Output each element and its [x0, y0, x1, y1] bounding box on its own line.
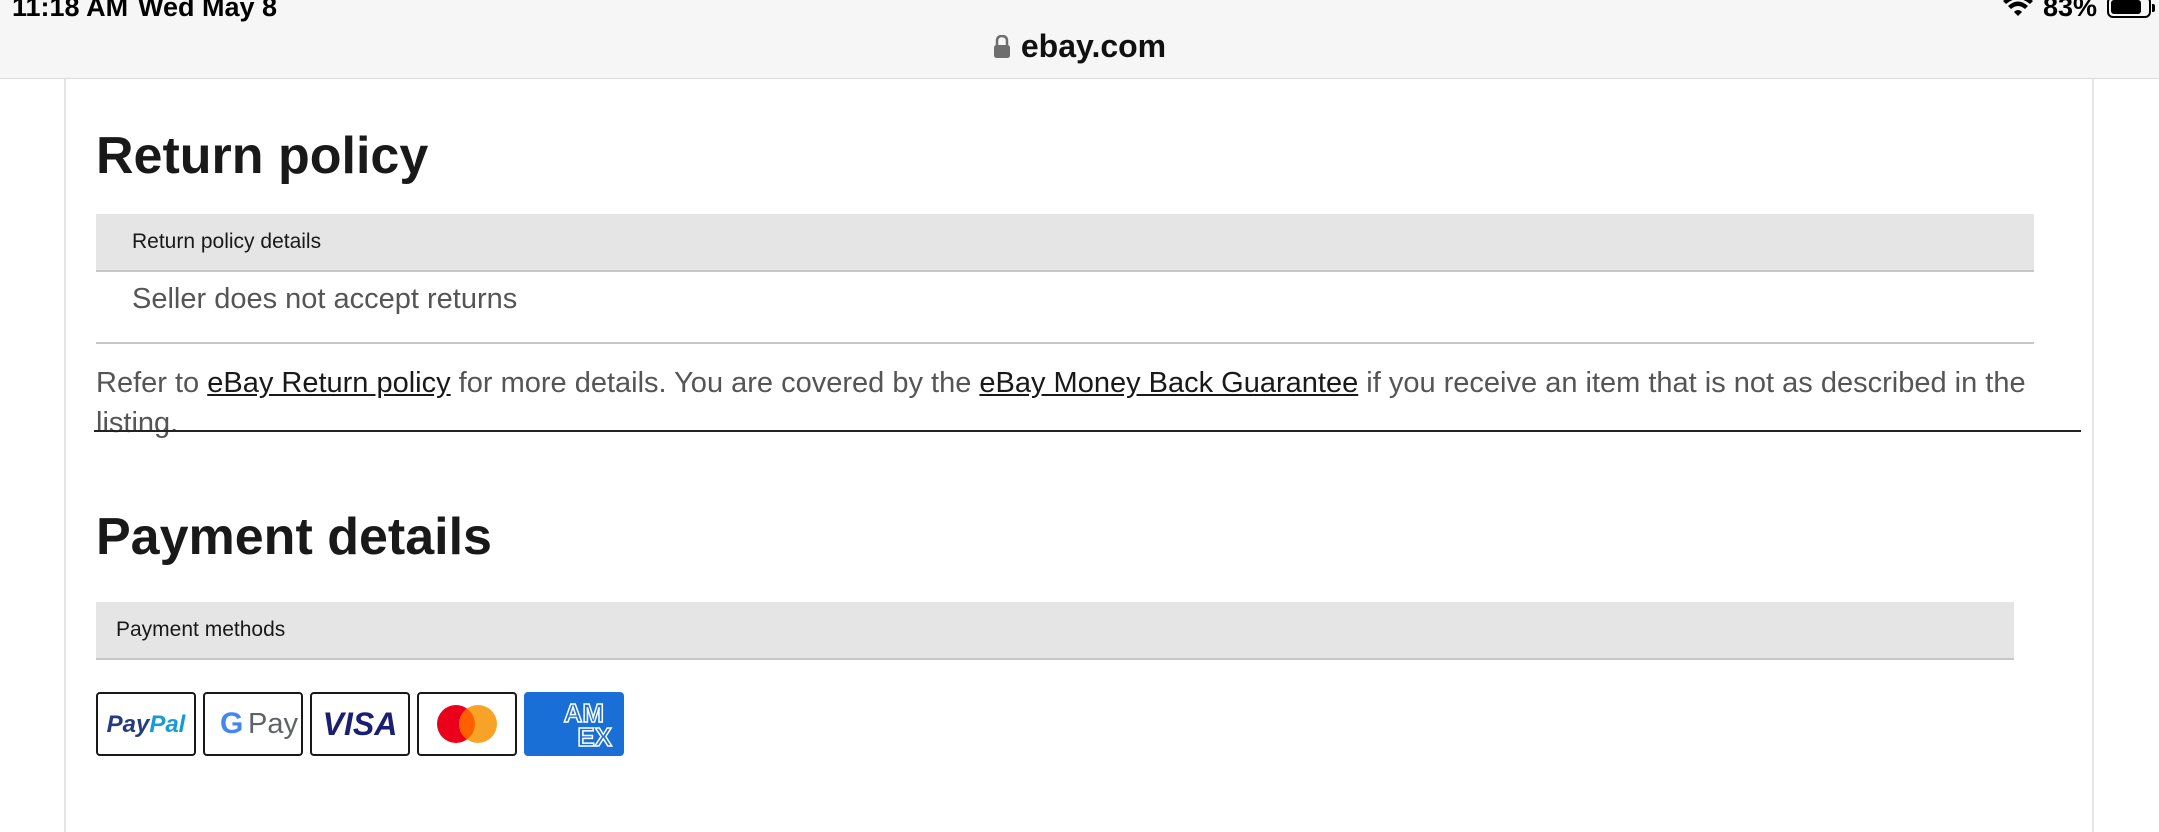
- lock-icon: [993, 34, 1011, 59]
- status-date: Wed May 8: [138, 0, 278, 22]
- payment-methods-header-label: Payment methods: [116, 618, 286, 641]
- payment-details-heading: Payment details: [96, 508, 492, 566]
- ebay-return-policy-link[interactable]: eBay Return policy: [207, 367, 450, 399]
- ebay-money-back-guarantee-link[interactable]: eBay Money Back Guarantee: [979, 367, 1358, 399]
- google-pay-text: Pay: [248, 708, 298, 740]
- amex-text-bottom: EX: [577, 722, 612, 752]
- status-indicators: 83%: [2002, 0, 2155, 22]
- return-policy-heading: Return policy: [96, 127, 429, 185]
- domain-text: ebay.com: [1020, 28, 1167, 64]
- refer-middle: for more details. You are covered by the: [450, 367, 980, 399]
- return-policy-header-label: Return policy details: [132, 230, 322, 253]
- paypal-text-pal: Pal: [149, 711, 186, 738]
- visa-icon: VISA: [310, 692, 410, 756]
- visa-text: VISA: [323, 706, 398, 742]
- return-policy-value: Seller does not accept returns: [132, 283, 518, 315]
- address-bar[interactable]: ebay.com: [0, 28, 2159, 65]
- google-g-glyph: G: [220, 707, 243, 740]
- paypal-text-pay: Pay: [107, 711, 151, 738]
- payment-methods-list: PayPal G Pay VISA AM EX: [96, 692, 624, 756]
- mastercard-icon: [417, 692, 517, 756]
- amex-icon: AM EX: [524, 692, 624, 756]
- section-divider: [94, 430, 2081, 432]
- return-policy-table-header: Return policy details: [96, 214, 2034, 272]
- row-divider: [96, 342, 2034, 344]
- browser-chrome: 11:18 AM Wed May 8 83% ebay.com: [0, 0, 2159, 79]
- payment-methods-table-header: Payment methods: [96, 602, 2014, 660]
- google-pay-icon: G Pay: [203, 692, 303, 756]
- battery-icon: [2107, 0, 2155, 18]
- svg-text:PayPal: PayPal: [107, 711, 187, 738]
- wifi-icon: [2002, 0, 2033, 18]
- refer-prefix: Refer to: [96, 367, 208, 399]
- paypal-icon: PayPal: [96, 692, 196, 756]
- page-frame-right-border: [2092, 79, 2094, 832]
- status-time: 11:18 AM: [12, 0, 129, 22]
- battery-percent: 83%: [2042, 0, 2097, 22]
